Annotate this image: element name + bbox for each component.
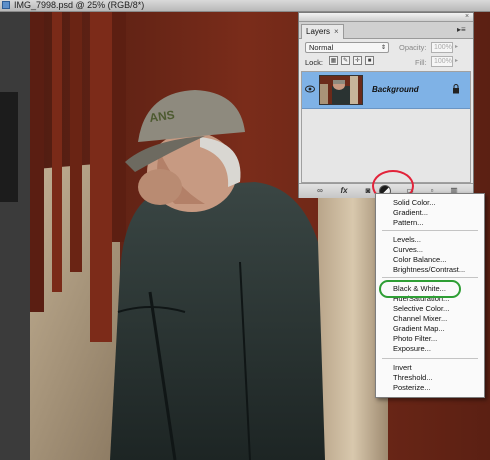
tab-close-icon[interactable]: × <box>334 25 339 39</box>
tab-layers-label: Layers <box>306 27 331 36</box>
menu-item-threshold[interactable]: Threshold... <box>393 373 433 382</box>
lock-all-icon[interactable]: ■ <box>365 56 374 65</box>
menu-item-color-balance[interactable]: Color Balance... <box>393 255 446 264</box>
panel-title-bar[interactable]: × <box>299 13 473 22</box>
menu-item-brightness-contrast[interactable]: Brightness/Contrast... <box>393 265 465 274</box>
panel-tab-bar: Layers × ▸≡ <box>299 22 473 39</box>
fill-arrow-icon[interactable]: ▸ <box>455 57 458 64</box>
tab-layers[interactable]: Layers × <box>301 24 344 39</box>
lock-image-icon[interactable]: ✎ <box>341 56 350 65</box>
menu-item-solid-color[interactable]: Solid Color... <box>393 198 436 207</box>
fx-icon[interactable]: fx <box>337 186 351 196</box>
document-title: IMG_7998.psd @ 25% (RGB/8*) <box>14 0 145 10</box>
menu-separator <box>382 230 478 231</box>
menu-item-levels[interactable]: Levels... <box>393 235 421 244</box>
opacity-arrow-icon[interactable]: ▸ <box>455 43 458 50</box>
lock-label: Lock: <box>305 58 323 67</box>
menu-separator <box>382 358 478 359</box>
link-icon[interactable]: ∞ <box>313 186 327 196</box>
menu-item-channel-mixer[interactable]: Channel Mixer... <box>393 314 447 323</box>
fill-field[interactable]: 100% <box>431 56 453 67</box>
menu-item-photo-filter[interactable]: Photo Filter... <box>393 334 437 343</box>
lock-icon <box>453 84 459 94</box>
menu-item-exposure[interactable]: Exposure... <box>393 344 431 353</box>
lock-fill-row: Lock: ▦ ✎ ✛ ■ Fill: 100% ▸ <box>303 56 469 68</box>
lock-position-icon[interactable]: ✛ <box>353 56 362 65</box>
document-icon <box>2 1 10 9</box>
menu-item-selective-color[interactable]: Selective Color... <box>393 304 449 313</box>
layer-list: Background <box>301 71 471 183</box>
green-highlight-oval <box>379 280 461 298</box>
lock-transparent-icon[interactable]: ▦ <box>329 56 338 65</box>
opacity-label: Opacity: <box>399 43 427 52</box>
menu-item-pattern[interactable]: Pattern... <box>393 218 423 227</box>
blend-opacity-row: Normal ⇕ Opacity: 100% ▸ <box>303 42 469 54</box>
menu-item-curves[interactable]: Curves... <box>393 245 423 254</box>
panel-menu-icon[interactable]: ▸≡ <box>457 25 466 34</box>
blend-mode-select[interactable]: Normal ⇕ <box>305 42 389 53</box>
menu-item-invert[interactable]: Invert <box>393 363 412 372</box>
lock-buttons: ▦ ✎ ✛ ■ <box>329 56 374 65</box>
blend-mode-value: Normal <box>309 43 334 52</box>
layer-thumbnail <box>319 75 363 105</box>
fill-label: Fill: <box>415 58 427 67</box>
opacity-field[interactable]: 100% <box>431 42 453 53</box>
panel-close-button[interactable]: × <box>465 13 469 20</box>
layer-name[interactable]: Background <box>372 85 419 94</box>
menu-item-gradient[interactable]: Gradient... <box>393 208 428 217</box>
layer-row-background[interactable]: Background <box>302 72 470 109</box>
chevron-updown-icon: ⇕ <box>380 45 386 51</box>
menu-item-gradient-map[interactable]: Gradient Map... <box>393 324 445 333</box>
menu-separator <box>382 277 478 278</box>
document-title-bar[interactable]: IMG_7998.psd @ 25% (RGB/8*) <box>0 0 490 12</box>
menu-item-posterize[interactable]: Posterize... <box>393 383 431 392</box>
eye-icon[interactable] <box>305 85 315 93</box>
